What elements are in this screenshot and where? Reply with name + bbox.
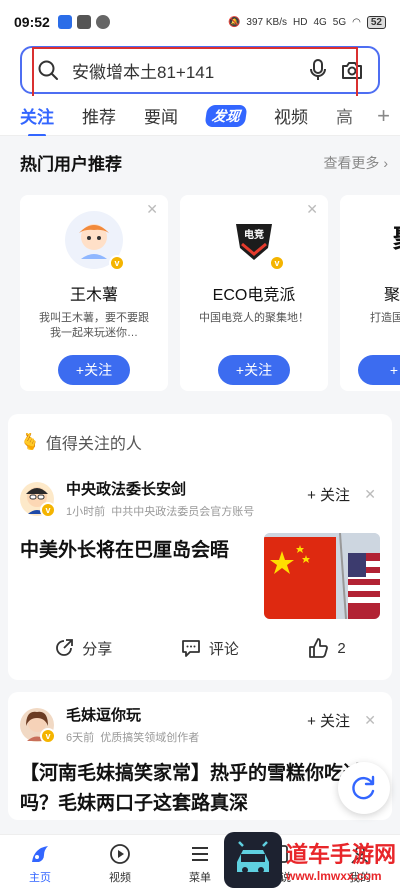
avatar[interactable]: v — [20, 707, 56, 744]
play-icon — [108, 842, 132, 866]
post-headline[interactable]: 【河南毛妹搞笑家常】热乎的雪糕你吃过吗？毛妹两口子这套路真深 — [20, 759, 380, 819]
search-bar[interactable]: 安徽增本土81+141 — [20, 46, 380, 94]
verified-badge-icon: v — [269, 255, 285, 271]
user-card[interactable]: ✕ 电竞 v ECO电竞派 中国电竞人的聚集地！ +关注 — [180, 195, 328, 391]
app-notification-icon — [57, 15, 72, 29]
post-body[interactable]: 中美外长将在巴厘岛会晤 — [20, 533, 380, 619]
post-meta: 1小时前 中共中央政法委员会官方账号 — [66, 506, 255, 518]
user-card[interactable]: ✕ v 王木薯 我叫王木薯，要不要跟我一起来玩迷你… +关注 — [20, 195, 168, 391]
user-name: 聚印 — [384, 287, 400, 304]
follow-button[interactable]: +关注 — [58, 355, 130, 385]
user-cards: ✕ v 王木薯 我叫王木薯，要不要跟我一起来玩迷你… +关注 ✕ 电竞 v EC… — [20, 195, 400, 391]
verified-badge-icon: v — [40, 501, 56, 518]
tab-video[interactable]: 视频 — [274, 103, 308, 128]
tab-discover[interactable]: 发现 — [204, 104, 248, 127]
feed-post[interactable]: v 毛妹逗你玩 6天前 优质搞笑领域创作者 + 关注 ✕ 【河南毛妹搞笑家常】热… — [8, 692, 392, 820]
tab-news[interactable]: 要闻 — [144, 103, 178, 128]
home-icon — [28, 842, 52, 866]
follow-button[interactable]: + — [358, 355, 400, 385]
svg-text:聚: 聚 — [392, 225, 400, 255]
close-icon[interactable]: ✕ — [146, 201, 158, 218]
watermark-title: 道车手游网 — [286, 842, 397, 867]
section-title: 热门用户推荐 — [20, 155, 122, 174]
microphone-icon[interactable] — [306, 58, 330, 82]
hot-users-section: 热门用户推荐 查看更多 › ✕ v 王木薯 我叫王木薯，要不要跟我一起来玩迷你…… — [0, 136, 400, 414]
close-icon[interactable]: ✕ — [364, 486, 376, 503]
wifi-icon: ◠ — [352, 16, 361, 28]
channel-tabs: 关注 推荐 要闻 发现 视频 高 + — [0, 96, 400, 136]
user-desc: 中国电竞人的聚集地！ — [199, 312, 309, 324]
see-more-link[interactable]: 查看更多 › — [323, 153, 388, 173]
share-icon — [56, 639, 74, 656]
share-button[interactable]: 分享 — [54, 638, 112, 659]
status-bar: 09:52 🔕 397 KB/s HD 4G 5G ◠ 52 — [0, 0, 400, 44]
watermark-url: www.lmwxx.com — [286, 869, 382, 883]
comment-icon — [181, 640, 200, 657]
author-name[interactable]: 中央政法委长安剑 — [66, 478, 254, 499]
signal-4g-icon: 4G — [313, 16, 327, 28]
image-notification-icon — [76, 15, 91, 29]
svg-text:电竞: 电竞 — [244, 228, 264, 241]
close-icon[interactable]: ✕ — [306, 201, 318, 218]
follow-button[interactable]: + 关注 — [307, 710, 350, 731]
thumbs-up-icon — [309, 638, 329, 658]
refresh-button[interactable] — [338, 762, 390, 814]
tab-more[interactable]: 高 — [336, 103, 353, 128]
mute-icon: 🔕 — [227, 16, 241, 28]
telegram-notification-icon — [95, 15, 110, 29]
refresh-icon — [352, 775, 375, 800]
verified-badge-icon: v — [40, 727, 56, 744]
tab-following[interactable]: 关注 — [20, 103, 54, 128]
user-desc: 我叫王木薯，要不要跟我一起来玩迷你… — [39, 312, 149, 339]
hd-icon: HD — [293, 16, 308, 28]
worth-following-section: 🫰 值得关注的人 v 中央政法委长安剑 1小时前 中共中央政法委员会官方账号 +… — [8, 414, 392, 680]
avatar[interactable]: v — [20, 481, 56, 518]
post-actions: 分享 评论 2 — [20, 633, 380, 663]
tab-recommend[interactable]: 推荐 — [82, 103, 116, 128]
user-desc: 打造国内视频作品 — [370, 312, 400, 324]
search-area: 安徽增本土81+141 — [0, 44, 400, 96]
signal-5g-icon: 5G — [332, 16, 347, 28]
avatar: v — [65, 211, 125, 271]
search-icon — [36, 58, 60, 82]
menu-icon — [188, 842, 212, 866]
nav-home[interactable]: 主页 — [0, 835, 80, 892]
avatar: 电竞 v — [225, 211, 285, 271]
section-title: 🫰 值得关注的人 — [20, 434, 142, 453]
author-name[interactable]: 毛妹逗你玩 — [66, 704, 199, 725]
user-name: ECO电竞派 — [212, 287, 296, 304]
user-name: 王木薯 — [69, 287, 118, 304]
heart-hand-icon: 🫰 — [20, 434, 40, 451]
add-channel-icon[interactable]: + — [371, 103, 390, 129]
post-header: v 中央政法委长安剑 1小时前 中共中央政法委员会官方账号 + 关注 ✕ — [20, 478, 380, 519]
comment-button[interactable]: 评论 — [181, 638, 239, 659]
camera-icon[interactable] — [340, 58, 364, 82]
net-speed: 397 KB/s — [246, 16, 287, 28]
nav-video[interactable]: 视频 — [80, 835, 160, 892]
post-headline[interactable]: 中美外长将在巴厘岛会晤 — [20, 537, 229, 619]
follow-button[interactable]: + 关注 — [307, 484, 350, 505]
like-button[interactable]: 2 — [307, 637, 346, 659]
clock: 09:52 — [14, 14, 50, 30]
site-watermark: 道车手游网 www.lmwxx.com — [224, 830, 400, 890]
post-header: v 毛妹逗你玩 6天前 优质搞笑领域创作者 + 关注 ✕ — [20, 704, 380, 745]
battery-icon: 52 — [366, 15, 386, 29]
post-thumbnail[interactable] — [264, 533, 380, 619]
car-logo-icon — [224, 832, 282, 888]
status-indicators: 🔕 397 KB/s HD 4G 5G ◠ 52 — [227, 15, 386, 29]
close-icon[interactable]: ✕ — [364, 712, 376, 729]
search-query[interactable]: 安徽增本土81+141 — [72, 58, 296, 83]
follow-button[interactable]: +关注 — [218, 355, 290, 385]
verified-badge-icon: v — [109, 255, 125, 271]
user-card[interactable]: 聚 聚印 打造国内视频作品 + — [340, 195, 400, 391]
post-meta: 6天前 优质搞笑领域创作者 — [66, 732, 200, 744]
avatar: 聚 — [385, 211, 400, 269]
